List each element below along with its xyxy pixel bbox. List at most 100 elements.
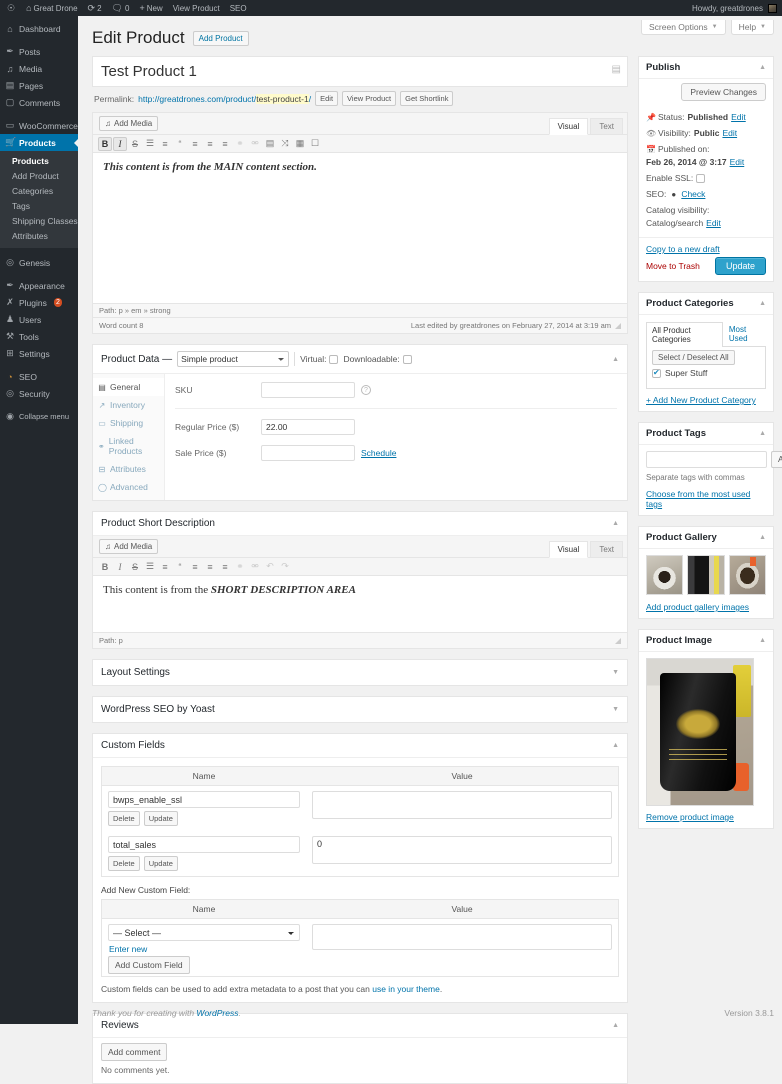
italic-icon[interactable]: I xyxy=(113,560,127,574)
update-button[interactable]: Update xyxy=(144,811,178,826)
align-center-icon[interactable]: ≡ xyxy=(203,137,217,151)
title-toggle-icon[interactable]: ▤ xyxy=(612,64,621,75)
bold-icon[interactable]: B xyxy=(98,560,112,574)
select-deselect-all-button[interactable]: Select / Deselect All xyxy=(652,350,735,365)
blockquote-icon[interactable]: “ xyxy=(173,560,187,574)
editor-content-area[interactable]: This content is from the MAIN content se… xyxy=(93,153,627,303)
add-comment-button[interactable]: Add comment xyxy=(101,1043,167,1061)
toggle-panel-icon[interactable]: ▼ xyxy=(612,669,619,676)
edit-status-link[interactable]: Edit xyxy=(731,112,746,122)
wordpress-logo-menu[interactable]: ☉ xyxy=(0,0,21,16)
toggle-panel-icon[interactable]: ▼ xyxy=(612,706,619,713)
redo-icon[interactable]: ↷ xyxy=(278,560,292,574)
shortcode-cart-icon[interactable]: ☐ xyxy=(308,137,322,151)
sidebar-item-tools[interactable]: ⚒ Tools xyxy=(0,328,78,345)
link-icon[interactable]: ⚭ xyxy=(233,137,247,151)
sidebar-item-media[interactable]: ♫ Media xyxy=(0,60,78,77)
downloadable-checkbox[interactable] xyxy=(403,355,412,364)
category-checkbox[interactable] xyxy=(652,369,661,378)
delete-button[interactable]: Delete xyxy=(108,811,140,826)
unlink-icon[interactable]: ⚮ xyxy=(248,560,262,574)
sidebar-item-security[interactable]: ◎ Security xyxy=(0,385,78,402)
remove-product-image-link[interactable]: Remove product image xyxy=(646,812,766,822)
help-tab[interactable]: Help ▼ xyxy=(731,20,774,35)
sidebar-item-categories[interactable]: Categories xyxy=(0,184,78,199)
sidebar-item-attributes[interactable]: Attributes xyxy=(0,229,78,244)
sku-input[interactable] xyxy=(261,382,355,398)
sidebar-item-pages[interactable]: ▤ Pages xyxy=(0,77,78,94)
updates-menu[interactable]: ⟳ 2 xyxy=(83,0,107,16)
align-center-icon[interactable]: ≡ xyxy=(203,560,217,574)
update-button[interactable]: Update xyxy=(144,856,178,871)
numbered-list-icon[interactable]: ≡ xyxy=(158,560,172,574)
align-right-icon[interactable]: ≡ xyxy=(218,560,232,574)
comments-menu[interactable]: 🗨 0 xyxy=(107,0,135,16)
add-custom-field-button[interactable]: Add Custom Field xyxy=(108,956,190,974)
enable-ssl-checkbox[interactable] xyxy=(696,174,705,183)
italic-icon[interactable]: I xyxy=(113,137,127,151)
tab-text[interactable]: Text xyxy=(590,541,623,558)
gallery-thumbnail[interactable] xyxy=(729,555,766,595)
kitchen-sink-icon[interactable]: ▦ xyxy=(293,137,307,151)
custom-field-value-textarea[interactable] xyxy=(312,791,612,819)
more-tag-icon[interactable]: ▤ xyxy=(263,137,277,151)
yoast-seo-box[interactable]: WordPress SEO by Yoast ▼ xyxy=(92,696,628,723)
unlink-icon[interactable]: ⚮ xyxy=(248,137,262,151)
toggle-panel-icon[interactable]: ▲ xyxy=(759,64,766,71)
edit-catalog-link[interactable]: Edit xyxy=(706,218,721,228)
bullet-list-icon[interactable]: ☰ xyxy=(143,560,157,574)
short-desc-content-area[interactable]: This content is from the SHORT DESCRIPTI… xyxy=(93,576,627,632)
seo-menu[interactable]: SEO xyxy=(225,0,252,16)
custom-field-name-input[interactable] xyxy=(108,836,300,853)
help-icon[interactable]: ? xyxy=(361,385,371,395)
custom-field-name-input[interactable] xyxy=(108,791,300,808)
gallery-thumbnail[interactable] xyxy=(687,555,724,595)
strikethrough-icon[interactable]: S xyxy=(128,137,142,151)
add-new-product-category-link[interactable]: + Add New Product Category xyxy=(646,395,766,405)
delete-button[interactable]: Delete xyxy=(108,856,140,871)
product-type-select[interactable]: Simple product xyxy=(177,351,289,367)
custom-field-value-textarea[interactable]: 0 xyxy=(312,836,612,864)
tab-visual[interactable]: Visual xyxy=(549,118,589,135)
featured-image-thumbnail[interactable] xyxy=(646,658,754,806)
link-icon[interactable]: ⚭ xyxy=(233,560,247,574)
edit-visibility-link[interactable]: Edit xyxy=(722,128,737,138)
screen-options-tab[interactable]: Screen Options ▼ xyxy=(641,20,726,35)
blockquote-icon[interactable]: “ xyxy=(173,137,187,151)
tab-attributes[interactable]: ⊟ Attributes xyxy=(93,460,164,478)
toggle-panel-icon[interactable]: ▲ xyxy=(612,520,619,527)
strikethrough-icon[interactable]: S xyxy=(128,560,142,574)
copy-to-new-draft-link[interactable]: Copy to a new draft xyxy=(646,244,766,254)
edit-published-link[interactable]: Edit xyxy=(730,157,745,167)
toggle-panel-icon[interactable]: ▲ xyxy=(759,300,766,307)
get-shortlink-button[interactable]: Get Shortlink xyxy=(400,91,453,106)
tab-all-categories[interactable]: All Product Categories xyxy=(646,322,723,347)
move-to-trash-link[interactable]: Move to Trash xyxy=(646,261,700,271)
post-title-input[interactable] xyxy=(93,57,627,86)
sidebar-item-settings[interactable]: ⊞ Settings xyxy=(0,345,78,362)
tab-general[interactable]: ▤ General xyxy=(93,378,164,396)
sidebar-item-dashboard[interactable]: ⌂ Dashboard xyxy=(0,20,78,37)
bullet-list-icon[interactable]: ☰ xyxy=(143,137,157,151)
add-product-button[interactable]: Add Product xyxy=(193,31,249,46)
add-media-button[interactable]: ♫ Add Media xyxy=(99,539,158,554)
list-item[interactable]: Super Stuff xyxy=(652,368,760,378)
schedule-link[interactable]: Schedule xyxy=(361,448,396,458)
most-used-tags-link[interactable]: Choose from the most used tags xyxy=(646,489,766,509)
tab-most-used[interactable]: Most Used xyxy=(723,321,766,346)
toggle-panel-icon[interactable]: ▲ xyxy=(612,1022,619,1029)
sidebar-item-comments[interactable]: ▢ Comments xyxy=(0,94,78,111)
toggle-panel-icon[interactable]: ▲ xyxy=(612,742,619,749)
wordpress-link[interactable]: WordPress xyxy=(196,1008,238,1018)
custom-field-select[interactable]: — Select — xyxy=(108,924,300,941)
tab-linked-products[interactable]: ⚭ Linked Products xyxy=(93,432,164,460)
tab-text[interactable]: Text xyxy=(590,118,623,135)
toggle-panel-icon[interactable]: ▲ xyxy=(612,356,619,363)
sidebar-item-users[interactable]: ♟ Users xyxy=(0,311,78,328)
sidebar-item-seo[interactable]: ◔ SEO xyxy=(0,368,78,385)
collapse-menu-button[interactable]: ◉ Collapse menu xyxy=(0,408,78,425)
numbered-list-icon[interactable]: ≡ xyxy=(158,137,172,151)
regular-price-input[interactable] xyxy=(261,419,355,435)
sidebar-item-products[interactable]: 🛒 Products xyxy=(0,134,78,151)
add-tag-button[interactable]: Add xyxy=(771,451,782,468)
